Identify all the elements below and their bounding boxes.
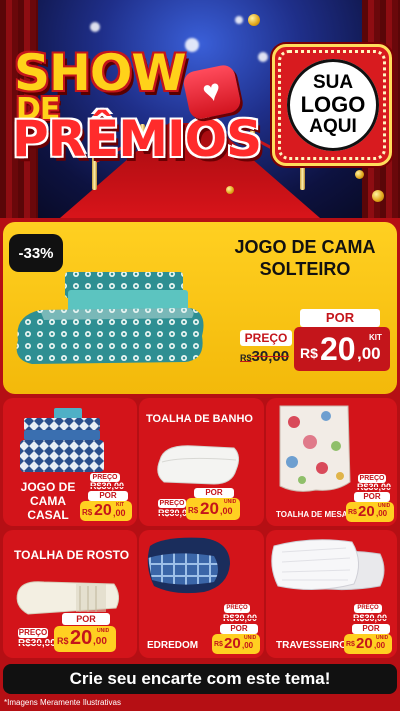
- unit: UNID: [376, 635, 389, 641]
- comforter-image: [147, 537, 230, 594]
- unit: UNID: [244, 635, 257, 641]
- por-label: POR: [194, 488, 234, 498]
- new-dec: ,00: [376, 509, 388, 518]
- por-label: POR: [62, 613, 110, 625]
- new-dec: ,00: [113, 508, 126, 518]
- new-dec: ,00: [374, 641, 386, 650]
- old-price: R$30,00: [353, 613, 388, 623]
- unit: UNID: [97, 628, 110, 634]
- featured-old-price: R$30,00: [240, 348, 289, 365]
- new-int: 20: [200, 499, 219, 518]
- old-price: R$30,00: [90, 481, 125, 491]
- face-towel-image: [16, 581, 120, 615]
- preco-label: PREÇO: [158, 499, 186, 508]
- new-price: R$ 20 ,00 UNID: [344, 634, 392, 654]
- new-price: R$ 20 ,00 UNID: [346, 502, 394, 522]
- por-label: POR: [88, 491, 128, 501]
- pillow-image: [271, 539, 385, 591]
- new-price: R$ 20 ,00 KIT: [80, 501, 132, 521]
- spotlight: [90, 22, 100, 32]
- tablecloth-image: [279, 405, 351, 492]
- create-flyer-button[interactable]: Crie seu encarte com este tema!: [3, 664, 397, 694]
- logo-circle: SUA LOGO AQUI: [287, 59, 379, 151]
- featured-new-price: R$ 20 ,00 KIT: [294, 327, 390, 371]
- new-int: 20: [94, 502, 112, 519]
- preco-label: PREÇO: [354, 604, 382, 613]
- product-title-toalha-de-banho: TOALHA DE BANHO: [146, 413, 253, 425]
- por-label: POR: [354, 492, 390, 502]
- featured-por-label: POR: [300, 309, 380, 327]
- coin: [248, 14, 260, 26]
- unit: UNID: [378, 503, 391, 509]
- featured-new-dec: ,00: [357, 344, 381, 363]
- por-label: POR: [352, 624, 390, 634]
- logo-text-line1: SUA: [312, 71, 354, 93]
- product-title-travesseiro: TRAVESSEIRO: [276, 640, 347, 651]
- featured-unit: KIT: [369, 333, 382, 342]
- bedding-double-image: [20, 408, 104, 472]
- new-dec: ,00: [220, 506, 233, 516]
- title-premios: PRÊMIOS: [12, 110, 262, 168]
- logo-placeholder[interactable]: SUA LOGO AQUI: [272, 44, 392, 166]
- coin: [226, 186, 234, 194]
- spotlight: [235, 16, 243, 24]
- coin: [355, 170, 364, 179]
- featured-old-value: 30,00: [251, 348, 290, 365]
- new-currency: R$: [82, 508, 93, 517]
- logo-text-line2: LOGO: [300, 92, 366, 118]
- new-currency: R$: [214, 641, 223, 648]
- product-title-toalha-de-mesa: TOALHA DE MESA: [276, 510, 348, 519]
- featured-title: JOGO DE CAMA SOLTEIRO: [220, 236, 390, 280]
- bedding-set-image: [16, 272, 204, 364]
- unit: KIT: [116, 502, 125, 508]
- hero-banner: SHOW DE PRÊMIOS ♥ SUA LOGO AQUI: [0, 0, 400, 218]
- product-title-line: CAMA: [30, 494, 66, 508]
- product-title-edredom: EDREDOM: [147, 640, 199, 651]
- new-dec: ,00: [93, 636, 107, 647]
- featured-title-line2: SOLTEIRO: [259, 259, 351, 279]
- discount-badge: -33%: [9, 234, 63, 272]
- logo-text-line3: AQUI: [309, 115, 357, 137]
- new-currency: R$: [346, 641, 355, 648]
- coin: [372, 190, 384, 202]
- spotlight: [185, 38, 199, 52]
- new-int: 20: [70, 627, 93, 649]
- new-price: R$ 20 ,00 UNID: [186, 498, 240, 520]
- flyer: SHOW DE PRÊMIOS ♥ SUA LOGO AQUI -33% JOG…: [0, 0, 400, 711]
- preco-label: PREÇO: [224, 604, 250, 613]
- product-title-line: CASAL: [27, 508, 69, 522]
- unit: UNID: [224, 499, 237, 505]
- preco-label: PREÇO: [18, 628, 48, 638]
- bath-towel-image: [157, 445, 240, 485]
- product-title-jogo-de-cama-casal: JOGO DE CAMA CASAL: [18, 480, 78, 522]
- new-int: 20: [358, 503, 375, 520]
- featured-old-currency: R$: [240, 353, 252, 363]
- new-currency: R$: [348, 509, 357, 516]
- new-int: 20: [224, 635, 241, 652]
- old-price: R$30,00: [18, 638, 56, 649]
- new-dec: ,00: [242, 641, 254, 650]
- spotlight: [258, 52, 268, 62]
- product-title-toalha-de-rosto: TOALHA DE ROSTO: [14, 548, 130, 562]
- featured-new-currency: R$: [300, 345, 318, 361]
- featured-new-int: 20: [320, 331, 356, 367]
- old-price: R$30,00: [357, 482, 392, 492]
- new-price: R$ 20 ,00 UNID: [54, 626, 116, 652]
- old-price: R$30,00: [223, 613, 258, 623]
- new-currency: R$: [188, 506, 199, 515]
- product-title-line: JOGO DE: [20, 480, 76, 494]
- new-price: R$ 20 ,00 UNID: [212, 634, 260, 654]
- por-label: POR: [220, 624, 258, 634]
- new-currency: R$: [57, 636, 69, 646]
- new-int: 20: [356, 635, 373, 652]
- featured-title-line1: JOGO DE CAMA: [234, 237, 376, 257]
- disclaimer-text: *Imagens Meramente Ilustrativas: [4, 698, 121, 707]
- featured-preco-label: PREÇO: [240, 330, 292, 346]
